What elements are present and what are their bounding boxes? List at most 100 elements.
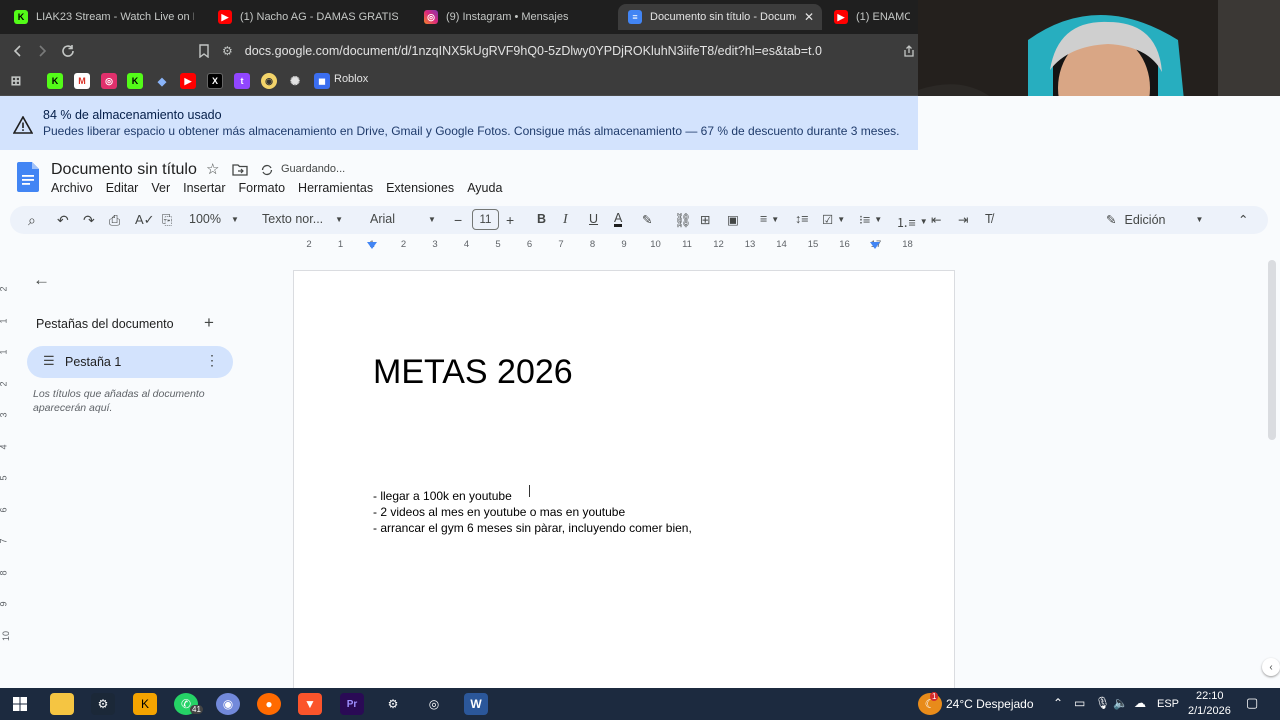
print-icon[interactable]: ⎙: [109, 212, 120, 229]
spellcheck-icon[interactable]: A✓: [135, 212, 155, 228]
kick-app-icon[interactable]: K: [133, 693, 157, 715]
tab-youtube-enamore[interactable]: ▶ (1) ENAMORE U: [824, 4, 920, 30]
weather-text[interactable]: 24°C Despejado: [946, 697, 1034, 711]
side-panel-toggle-icon[interactable]: ‹: [1262, 658, 1280, 676]
kick-bookmark-icon-2[interactable]: K: [127, 73, 143, 89]
address-bar[interactable]: ⚙ docs.google.com/document/d/1nzqINX5kUg…: [222, 37, 918, 64]
menu-formato[interactable]: Formato: [239, 181, 286, 195]
increase-font-size-icon[interactable]: +: [506, 212, 514, 228]
style-select[interactable]: Texto nor... ▼: [262, 212, 343, 226]
clear-formatting-icon[interactable]: T̸: [985, 212, 993, 226]
decrease-font-size-icon[interactable]: −: [454, 212, 462, 228]
settings-icon[interactable]: ⚙: [381, 693, 405, 715]
clock-date[interactable]: 2/1/2026: [1188, 705, 1231, 717]
star-icon[interactable]: ☆: [206, 160, 219, 178]
tab-instagram[interactable]: ◎ (9) Instagram • Mensajes: [414, 4, 614, 30]
text-color-icon[interactable]: A: [614, 212, 623, 227]
bulleted-list-icon[interactable]: ⁝≡ ▼: [859, 212, 882, 227]
onedrive-icon[interactable]: ☁: [1134, 696, 1146, 710]
zoom-select[interactable]: 100% ▼: [189, 212, 239, 226]
add-comment-icon[interactable]: ⊞: [700, 212, 710, 227]
clock-time[interactable]: 22:10: [1196, 690, 1224, 702]
increase-indent-icon[interactable]: ⇥: [958, 212, 968, 227]
insert-image-icon[interactable]: ▣: [727, 212, 739, 227]
back-icon[interactable]: [7, 40, 29, 62]
roblox-bookmark-label[interactable]: Roblox: [334, 73, 368, 85]
more-options-icon[interactable]: ⋮: [205, 352, 219, 369]
highlight-icon[interactable]: ✎: [642, 212, 652, 227]
menu-ayuda[interactable]: Ayuda: [467, 181, 502, 195]
file-explorer-icon[interactable]: [50, 693, 74, 715]
move-folder-icon[interactable]: [232, 163, 248, 176]
windows-start-icon[interactable]: [8, 693, 32, 715]
app-icon[interactable]: ●: [257, 693, 281, 715]
extension-bookmark-icon[interactable]: ◉: [261, 73, 277, 89]
obs-icon[interactable]: ◎: [422, 693, 446, 715]
kick-bookmark-icon[interactable]: K: [47, 73, 63, 89]
insert-link-icon[interactable]: ⛓: [674, 212, 692, 229]
decrease-indent-icon[interactable]: ⇤: [931, 212, 941, 227]
network-icon[interactable]: ▭: [1074, 696, 1085, 710]
document-page[interactable]: METAS 2026 - llegar a 100k en youtube - …: [293, 270, 955, 690]
menu-extensiones[interactable]: Extensiones: [386, 181, 454, 195]
notifications-icon[interactable]: ▢: [1246, 695, 1258, 711]
discord-icon[interactable]: ◉: [216, 693, 240, 715]
paint-format-icon[interactable]: ⎘: [162, 212, 172, 228]
vertical-scrollbar[interactable]: [1268, 260, 1276, 440]
collapse-menus-icon[interactable]: ⌃: [1238, 212, 1248, 227]
goal-line-1[interactable]: - llegar a 100k en youtube: [373, 489, 512, 503]
steam-icon[interactable]: ⚙: [91, 693, 115, 715]
undo-icon[interactable]: ↶: [57, 212, 69, 229]
italic-icon[interactable]: I: [563, 212, 568, 228]
menu-archivo[interactable]: Archivo: [51, 181, 93, 195]
instagram-bookmark-icon[interactable]: ◎: [101, 73, 117, 89]
goal-line-2[interactable]: - 2 videos al mes en youtube o mas en yo…: [373, 505, 625, 519]
menu-ver[interactable]: Ver: [151, 181, 170, 195]
forward-icon[interactable]: [31, 40, 53, 62]
x-bookmark-icon[interactable]: X: [207, 73, 223, 89]
checklist-icon[interactable]: ☑ ▼: [822, 212, 845, 227]
menu-insertar[interactable]: Insertar: [183, 181, 225, 195]
tab-youtube-nacho[interactable]: ▶ (1) Nacho AG - DAMAS GRATIS (Vide: [208, 4, 408, 30]
show-hidden-icons[interactable]: ⌃: [1053, 696, 1063, 710]
brave-browser-icon[interactable]: ▼: [298, 693, 322, 715]
back-arrow-icon[interactable]: ←: [33, 270, 50, 290]
input-language[interactable]: ESP: [1157, 698, 1179, 710]
site-info-icon[interactable]: ⚙: [222, 44, 233, 58]
underline-icon[interactable]: U: [589, 212, 598, 226]
docs-logo-icon[interactable]: [17, 162, 39, 192]
twitch-bookmark-icon[interactable]: t: [234, 73, 250, 89]
redo-icon[interactable]: ↷: [83, 212, 95, 229]
microphone-icon[interactable]: 🎙: [1095, 696, 1110, 710]
gmail-bookmark-icon[interactable]: M: [74, 73, 90, 89]
share-icon[interactable]: [898, 40, 920, 62]
line-spacing-icon[interactable]: ↕≡: [795, 212, 809, 226]
font-select[interactable]: Arial ▼: [370, 212, 436, 226]
banner-body[interactable]: Puedes liberar espacio u obtener más alm…: [43, 124, 899, 138]
bookmark-icon[interactable]: [193, 40, 215, 62]
premiere-pro-icon[interactable]: Pr: [340, 693, 364, 715]
word-icon[interactable]: W: [464, 693, 488, 715]
align-icon[interactable]: ≡ ▼: [760, 212, 779, 226]
font-size-input[interactable]: 11: [472, 209, 499, 230]
menu-editar[interactable]: Editar: [106, 181, 139, 195]
roblox-bookmark-icon[interactable]: ◼: [314, 73, 330, 89]
add-tab-icon[interactable]: +: [204, 313, 214, 333]
search-menus-icon[interactable]: ⌕: [28, 212, 36, 229]
document-heading[interactable]: METAS 2026: [373, 353, 573, 392]
ethereum-bookmark-icon[interactable]: ◆: [154, 73, 170, 89]
editing-mode-select[interactable]: ✎ Edición ▼: [1106, 212, 1203, 228]
document-tab-item[interactable]: ☰ Pestaña 1 ⋮: [27, 346, 233, 378]
numbered-list-icon[interactable]: ⒈≡ ▼: [896, 212, 928, 231]
volume-icon[interactable]: 🔈: [1113, 696, 1128, 710]
chatgpt-bookmark-icon[interactable]: ✺: [287, 73, 303, 89]
apps-grid-icon[interactable]: ⊞: [8, 73, 24, 89]
document-title[interactable]: Documento sin título: [51, 161, 197, 179]
youtube-bookmark-icon[interactable]: ▶: [180, 73, 196, 89]
tab-google-docs[interactable]: ≡ Documento sin título - Documen ✕: [618, 4, 822, 30]
horizontal-ruler[interactable]: 21123456789101112131415161718: [293, 236, 955, 256]
reload-icon[interactable]: [57, 40, 79, 62]
tab-kick[interactable]: K LIAK23 Stream - Watch Live on K: [4, 4, 204, 30]
close-tab-icon[interactable]: ✕: [804, 10, 814, 24]
menu-herramientas[interactable]: Herramientas: [298, 181, 373, 195]
